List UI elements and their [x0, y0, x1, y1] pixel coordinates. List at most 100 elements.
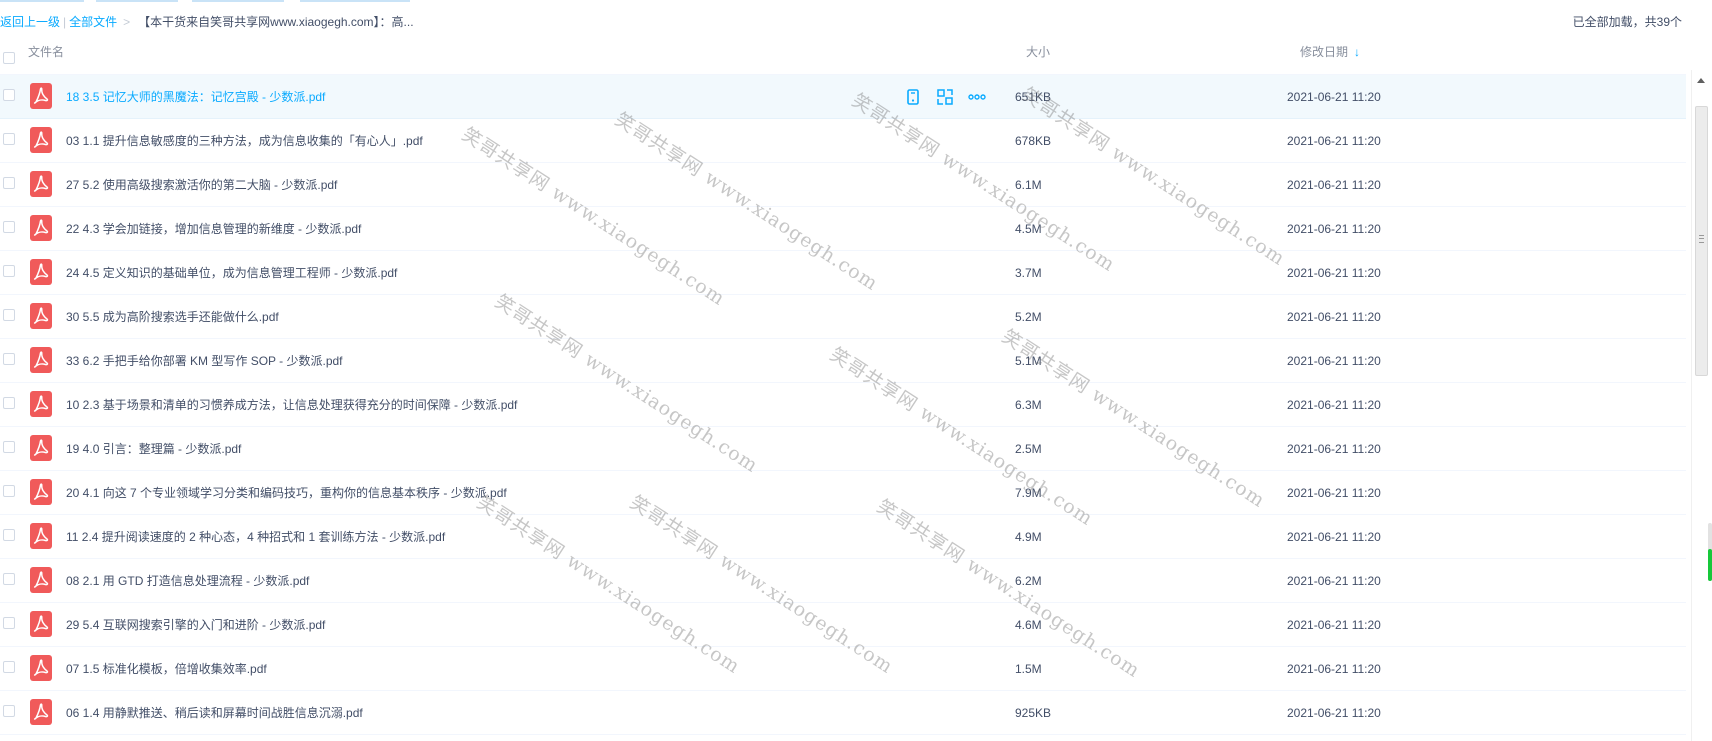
- file-name-link[interactable]: 22 4.3 学会加链接，增加信息管理的新维度 - 少数派.pdf: [66, 207, 361, 251]
- pdf-file-icon: [30, 435, 52, 461]
- file-modified-date: 2021-06-21 11:20: [1287, 266, 1381, 280]
- row-checkbox[interactable]: [3, 485, 15, 497]
- breadcrumb: 返回上一级 | 全部文件 > 【本干货来自笑哥共享网www.xiaogegh.com】：…: [0, 12, 1682, 32]
- list-header: 文件名 大小 修改日期 ↓: [0, 42, 1686, 75]
- pdf-file-icon: [30, 259, 52, 285]
- column-name-header[interactable]: 文件名: [28, 42, 64, 62]
- pdf-file-icon: [30, 391, 52, 417]
- file-name-link[interactable]: 10 2.3 基于场景和清单的习惯养成方法，让信息处理获得充分的时间保障 - 少…: [66, 383, 517, 427]
- file-size: 925KB: [1015, 706, 1052, 720]
- side-progress-fill: [1708, 549, 1712, 581]
- file-row[interactable]: 22 4.3 学会加链接，增加信息管理的新维度 - 少数派.pdf 4.5M 202…: [0, 207, 1686, 251]
- file-row[interactable]: 19 4.0 引言：整理篇 - 少数派.pdf 2.5M 2021-06-21 11…: [0, 427, 1686, 471]
- file-name-link[interactable]: 29 5.4 互联网搜索引擎的入门和进阶 - 少数派.pdf: [66, 603, 325, 647]
- file-size: 5.1M: [1015, 354, 1042, 368]
- row-checkbox[interactable]: [3, 265, 15, 277]
- file-row[interactable]: 20 4.1 向这 7 个专业领域学习分类和编码技巧，重构你的信息基本秩序 - …: [0, 471, 1686, 515]
- file-row[interactable]: 30 5.5 成为高阶搜索选手还能做什么.pdf 5.2M 2021-06-21 1…: [0, 295, 1686, 339]
- file-name-link[interactable]: 18 3.5 记忆大师的黑魔法：记忆宫殿 - 少数派.pdf: [66, 75, 325, 119]
- file-name-link[interactable]: 33 6.2 手把手给你部署 KM 型写作 SOP - 少数派.pdf: [66, 339, 343, 383]
- load-status: 已全部加载，共39个: [1572, 15, 1682, 29]
- column-date-header[interactable]: 修改日期 ↓: [1300, 42, 1360, 62]
- pdf-file-icon: [30, 171, 52, 197]
- file-name-link[interactable]: 08 2.1 用 GTD 打造信息处理流程 - 少数派.pdf: [66, 559, 309, 603]
- row-checkbox[interactable]: [3, 661, 15, 673]
- file-name-link[interactable]: 24 4.5 定义知识的基础单位，成为信息管理工程师 - 少数派.pdf: [66, 251, 397, 295]
- scroll-up-icon[interactable]: [1697, 78, 1705, 83]
- file-row[interactable]: 10 2.3 基于场景和清单的习惯养成方法，让信息处理获得充分的时间保障 - 少…: [0, 383, 1686, 427]
- file-row[interactable]: 29 5.4 互联网搜索引擎的入门和进阶 - 少数派.pdf 4.6M 2021-0…: [0, 603, 1686, 647]
- breadcrumb-separator: |: [63, 15, 67, 29]
- sort-desc-icon[interactable]: ↓: [1354, 42, 1360, 62]
- file-list: 18 3.5 记忆大师的黑魔法：记忆宫殿 - 少数派.pdf 651KB 2021-…: [0, 75, 1686, 735]
- file-size: 678KB: [1015, 134, 1052, 148]
- vertical-scrollbar[interactable]: [1691, 70, 1712, 741]
- file-row[interactable]: 07 1.5 标准化模板，倍增收集效率.pdf 1.5M 2021-06-21 11…: [0, 647, 1686, 691]
- pdf-file-icon: [30, 127, 52, 153]
- file-row[interactable]: 18 3.5 记忆大师的黑魔法：记忆宫殿 - 少数派.pdf 651KB 2021-…: [0, 75, 1686, 119]
- file-row[interactable]: 06 1.4 用静默推送、稍后读和屏幕时间战胜信息沉溺.pdf 925KB 2021…: [0, 691, 1686, 735]
- pdf-file-icon: [30, 479, 52, 505]
- row-checkbox[interactable]: [3, 705, 15, 717]
- file-size: 6.1M: [1015, 178, 1042, 192]
- file-size: 2.5M: [1015, 442, 1042, 456]
- row-checkbox[interactable]: [3, 573, 15, 585]
- row-checkbox[interactable]: [3, 441, 15, 453]
- file-modified-date: 2021-06-21 11:20: [1287, 222, 1381, 236]
- file-name-link[interactable]: 11 2.4 提升阅读速度的 2 种心态，4 种招式和 1 套训练方法 - 少数…: [66, 515, 445, 559]
- file-row[interactable]: 24 4.5 定义知识的基础单位，成为信息管理工程师 - 少数派.pdf 3.7M…: [0, 251, 1686, 295]
- file-name-link[interactable]: 19 4.0 引言：整理篇 - 少数派.pdf: [66, 427, 241, 471]
- file-row[interactable]: 33 6.2 手把手给你部署 KM 型写作 SOP - 少数派.pdf 5.1M 2…: [0, 339, 1686, 383]
- file-size: 3.7M: [1015, 266, 1042, 280]
- file-name-link[interactable]: 03 1.1 提升信息敏感度的三种方法，成为信息收集的「有心人」.pdf: [66, 119, 423, 163]
- current-folder-title: 【本干货来自笑哥共享网www.xiaogegh.com】：高...: [138, 15, 414, 29]
- file-row[interactable]: 11 2.4 提升阅读速度的 2 种心态，4 种招式和 1 套训练方法 - 少数…: [0, 515, 1686, 559]
- file-row[interactable]: 08 2.1 用 GTD 打造信息处理流程 - 少数派.pdf 6.2M 2021-…: [0, 559, 1686, 603]
- file-list-page: 返回上一级 | 全部文件 > 【本干货来自笑哥共享网www.xiaogegh.com】：…: [0, 0, 1712, 741]
- file-name-link[interactable]: 06 1.4 用静默推送、稍后读和屏幕时间战胜信息沉溺.pdf: [66, 691, 363, 735]
- more-icon[interactable]: [967, 87, 987, 107]
- file-modified-date: 2021-06-21 11:20: [1287, 486, 1381, 500]
- pdf-file-icon: [30, 347, 52, 373]
- row-checkbox[interactable]: [3, 133, 15, 145]
- row-checkbox[interactable]: [3, 353, 15, 365]
- phone-icon[interactable]: [903, 87, 923, 107]
- file-name-link[interactable]: 30 5.5 成为高阶搜索选手还能做什么.pdf: [66, 295, 279, 339]
- file-row[interactable]: 03 1.1 提升信息敏感度的三种方法，成为信息收集的「有心人」.pdf 678K…: [0, 119, 1686, 163]
- pdf-file-icon: [30, 567, 52, 593]
- select-all-checkbox[interactable]: [3, 52, 15, 64]
- file-modified-date: 2021-06-21 11:20: [1287, 530, 1381, 544]
- file-size: 4.5M: [1015, 222, 1042, 236]
- pdf-file-icon: [30, 215, 52, 241]
- column-size-header[interactable]: 大小: [1026, 42, 1050, 62]
- row-checkbox[interactable]: [3, 309, 15, 321]
- row-checkbox[interactable]: [3, 617, 15, 629]
- all-files-link[interactable]: 全部文件: [69, 15, 117, 29]
- file-size: 6.3M: [1015, 398, 1042, 412]
- file-row[interactable]: 27 5.2 使用高级搜索激活你的第二大脑 - 少数派.pdf 6.1M 2021-…: [0, 163, 1686, 207]
- row-checkbox[interactable]: [3, 89, 15, 101]
- file-modified-date: 2021-06-21 11:20: [1287, 706, 1381, 720]
- row-checkbox[interactable]: [3, 397, 15, 409]
- file-name-link[interactable]: 20 4.1 向这 7 个专业领域学习分类和编码技巧，重构你的信息基本秩序 - …: [66, 471, 507, 515]
- breadcrumb-chevron: >: [123, 15, 131, 29]
- row-checkbox[interactable]: [3, 221, 15, 233]
- file-size: 1.5M: [1015, 662, 1042, 676]
- scrollbar-thumb[interactable]: [1695, 106, 1708, 376]
- pdf-file-icon: [30, 303, 52, 329]
- file-size: 4.6M: [1015, 618, 1042, 632]
- share-icon[interactable]: [935, 87, 955, 107]
- file-modified-date: 2021-06-21 11:20: [1287, 354, 1381, 368]
- file-name-link[interactable]: 27 5.2 使用高级搜索激活你的第二大脑 - 少数派.pdf: [66, 163, 337, 207]
- file-size: 7.9M: [1015, 486, 1042, 500]
- pdf-file-icon: [30, 611, 52, 637]
- file-modified-date: 2021-06-21 11:20: [1287, 574, 1381, 588]
- row-checkbox[interactable]: [3, 177, 15, 189]
- row-checkbox[interactable]: [3, 529, 15, 541]
- file-modified-date: 2021-06-21 11:20: [1287, 662, 1381, 676]
- file-name-link[interactable]: 07 1.5 标准化模板，倍增收集效率.pdf: [66, 647, 267, 691]
- pdf-file-icon: [30, 523, 52, 549]
- side-progress-indicator: [1708, 523, 1712, 581]
- file-size: 5.2M: [1015, 310, 1042, 324]
- back-link[interactable]: 返回上一级: [0, 15, 60, 29]
